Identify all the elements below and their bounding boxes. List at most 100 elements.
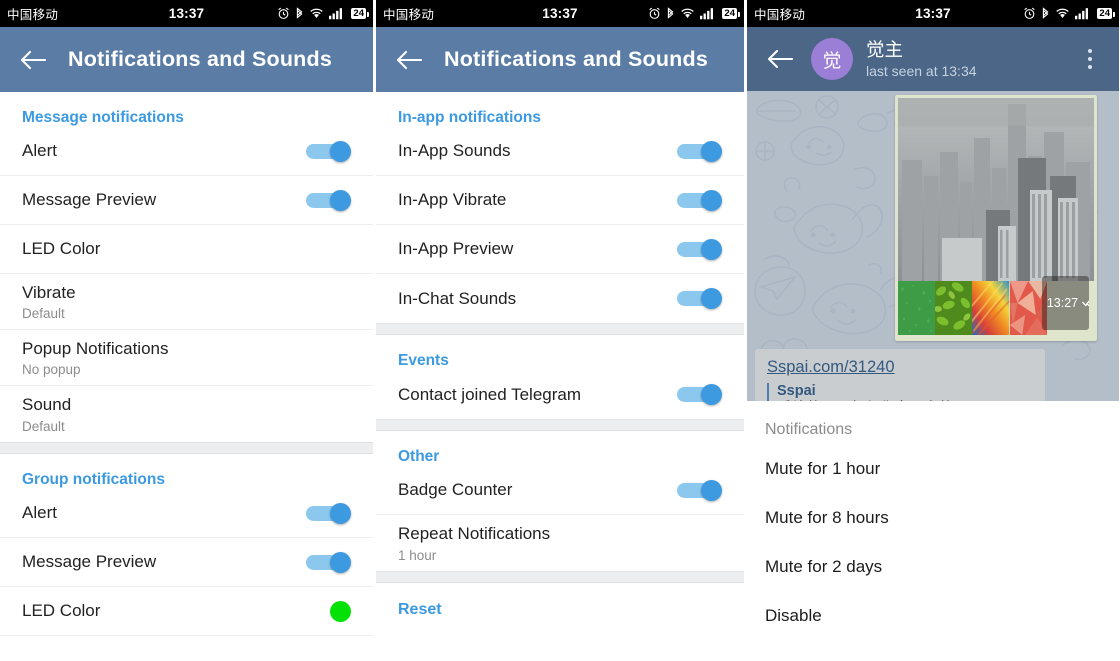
toggle-in-chat-sounds[interactable] [677,288,722,309]
setting-row-contact-joined-telegram[interactable]: Contact joined Telegram [376,370,744,419]
wifi-icon [680,7,695,20]
setting-row-in-app-preview[interactable]: In-App Preview [376,225,744,274]
section-header-other: Other [398,448,440,465]
section-separator [376,419,744,431]
battery-icon: 24 [1097,7,1115,20]
setting-row-badge-counter[interactable]: Badge Counter [376,466,744,515]
row-value: No popup [22,362,81,378]
settings-list-2: In-app notifications In-App Sounds In-Ap… [376,92,744,619]
row-label: Contact joined Telegram [398,384,582,404]
link-preview-card[interactable]: Sspai.com/31240 Sspai 后续苹果....如何你家退出苹果 R… [755,349,1045,401]
reset-button[interactable]: Reset [376,583,744,619]
avatar[interactable]: 觉 [811,38,853,80]
three-screenshot-collage: 中国移动 13:37 24 Notifications and Sounds M… [0,0,1120,661]
thumb-rainbow-light[interactable] [972,281,1010,335]
chat-title: 觉主 [866,38,904,60]
sheet-item-disable[interactable]: Disable [747,591,1119,640]
link-text-group: Sspai 后续苹果....如何你家退出苹果 Reddit [777,383,1013,401]
notifications-bottom-sheet: Notifications Mute for 1 hour Mute for 8… [747,401,1119,652]
bluetooth-icon [1041,6,1050,21]
row-value: 1 hour [398,547,437,563]
row-label: LED Color [22,601,101,621]
link-meta: Sspai 后续苹果....如何你家退出苹果 Reddit [767,383,1033,401]
setting-row-led-color[interactable]: LED Color [0,225,373,274]
message-time: 13:27 [1046,296,1079,310]
page-title: Notifications and Sounds [444,47,708,71]
setting-row-popup-notifications[interactable]: Popup Notifications No popup [0,330,373,386]
toggle-in-app-vibrate[interactable] [677,189,722,211]
alarm-icon [277,7,290,20]
row-label: Message Preview [22,552,157,572]
section-header-in-app-notifications: In-app notifications [398,109,541,126]
sheet-item-mute-1-hour[interactable]: Mute for 1 hour [747,444,1119,493]
toggle-in-app-preview[interactable] [677,238,722,260]
chat-status: last seen at 13:34 [866,62,977,79]
panel-chat-with-notifications-sheet: 中国移动 13:37 24 觉 觉主 last seen at 13:34 13… [747,0,1119,661]
toggle-message-preview[interactable] [306,189,351,211]
panel-settings-message-group: 中国移动 13:37 24 Notifications and Sounds M… [0,0,373,661]
row-text-group: Repeat Notifications 1 hour [398,523,550,562]
row-label: Alert [22,141,57,161]
back-arrow-icon[interactable] [390,41,428,79]
row-label: In-Chat Sounds [398,288,517,308]
setting-row-repeat-notifications[interactable]: Repeat Notifications 1 hour [376,515,744,571]
wifi-icon [309,7,324,20]
link-site-name: Sspai [777,383,816,399]
back-arrow-icon[interactable] [14,41,52,79]
thumb-leaves[interactable] [935,281,973,335]
page-title: Notifications and Sounds [68,47,332,71]
wifi-icon [1055,7,1070,20]
row-label: In-App Sounds [398,141,511,161]
setting-row-in-app-sounds[interactable]: In-App Sounds [376,127,744,176]
overflow-menu-icon[interactable] [1075,39,1105,79]
photo-message-bubble[interactable]: 13:27 [895,95,1097,341]
chat-identity[interactable]: 觉 觉主 last seen at 13:34 [811,38,1075,80]
status-bar: 中国移动 13:37 24 [0,0,373,27]
row-text-group: Sound Default [22,394,71,433]
setting-row-vibrate[interactable]: Vibrate Default [0,274,373,330]
toggle-in-app-sounds[interactable] [677,140,722,162]
toggle-group-alert[interactable] [306,502,351,524]
toggle-group-message-preview[interactable] [306,551,351,573]
row-value: Default [22,418,65,434]
row-text-group: Vibrate Default [22,282,76,321]
battery-icon: 24 [722,7,740,20]
led-color-swatch[interactable] [330,600,351,622]
sheet-item-mute-8-hours[interactable]: Mute for 8 hours [747,493,1119,542]
status-icons: 24 [1023,6,1115,21]
chat-name-block: 觉主 last seen at 13:34 [866,39,977,79]
signal-icon [329,7,345,20]
section-separator [0,442,373,454]
setting-row-in-chat-sounds[interactable]: In-Chat Sounds [376,274,744,323]
row-label: Message Preview [22,190,157,210]
panel-settings-inapp-events-other: 中国移动 13:37 24 Notifications and Sounds I… [376,0,744,661]
double-check-icon [1082,296,1090,310]
row-text-group: Popup Notifications No popup [22,338,168,377]
photo-cityscape[interactable] [898,98,1094,281]
toggle-contact-joined-telegram[interactable] [677,384,722,405]
setting-row-alert[interactable]: Alert [0,127,373,176]
setting-row-sound[interactable]: Sound Default [0,386,373,442]
section-separator [376,571,744,583]
link-accent-bar [767,383,769,401]
back-arrow-icon[interactable] [761,40,799,78]
setting-row-in-app-vibrate[interactable]: In-App Vibrate [376,176,744,225]
chat-app-bar: 觉 觉主 last seen at 13:34 [747,27,1119,91]
setting-row-group-alert[interactable]: Alert [0,489,373,538]
toggle-badge-counter[interactable] [677,479,722,501]
thumb-green-texture[interactable] [898,281,936,335]
toggle-alert[interactable] [306,140,351,162]
setting-row-group-message-preview[interactable]: Message Preview [0,538,373,587]
setting-row-message-preview[interactable]: Message Preview [0,176,373,225]
setting-row-group-led-color[interactable]: LED Color [0,587,373,636]
settings-list-1: Message notifications Alert Message Prev… [0,92,373,636]
section-header-group-notifications: Group notifications [22,471,165,488]
app-bar: Notifications and Sounds [376,27,744,92]
row-label: Badge Counter [398,480,513,500]
link-url[interactable]: Sspai.com/31240 [767,358,1033,377]
status-bar: 中国移动 13:37 24 [747,0,1119,27]
battery-icon: 24 [351,7,369,20]
bluetooth-icon [295,6,304,21]
row-label: LED Color [22,239,101,259]
sheet-item-mute-2-days[interactable]: Mute for 2 days [747,542,1119,591]
